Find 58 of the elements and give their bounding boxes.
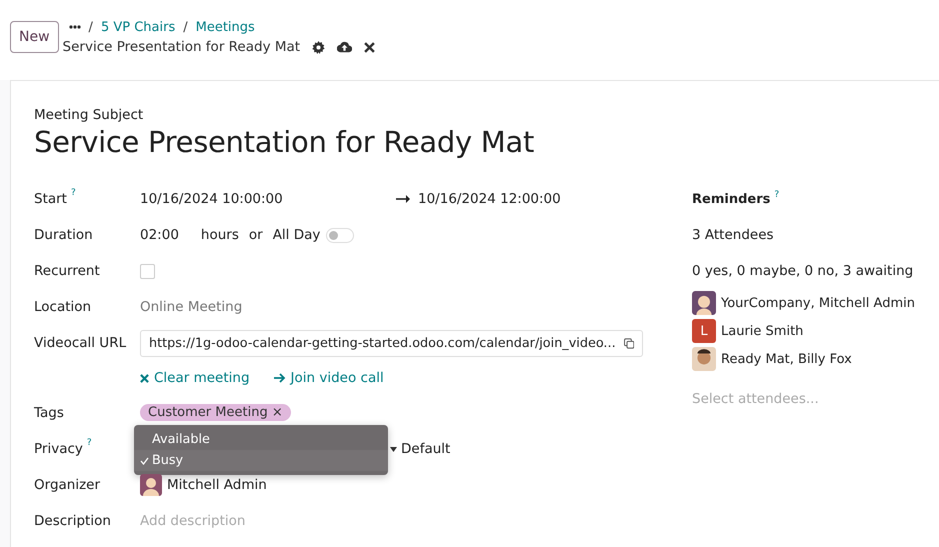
field-label: Duration xyxy=(34,227,94,243)
field-label: Reminders xyxy=(692,192,770,206)
field-label: Description xyxy=(34,513,112,529)
location-field[interactable]: Online Meeting xyxy=(140,299,242,315)
gear-icon[interactable] xyxy=(312,40,326,54)
close-icon[interactable] xyxy=(364,42,376,52)
remove-button[interactable]: × xyxy=(272,404,283,420)
field-label: Videocall URL xyxy=(34,335,128,351)
avatar-icon xyxy=(692,291,716,315)
record-title: Service Presentation for Ready Mat xyxy=(62,39,300,55)
field-label: Recurrent xyxy=(34,263,101,279)
organizer-name[interactable]: Mitchell Admin xyxy=(167,477,267,493)
privacy-select[interactable]: Default xyxy=(390,441,450,457)
attendee-count: 3 Attendees xyxy=(692,226,774,245)
end-date[interactable]: 10/16/2024 12:00:00 xyxy=(418,191,561,207)
videocall-url-field[interactable]: https://1g-odoo-calendar-getting-started.odoo.com/calendar/join_video... xyxy=(140,330,643,356)
attendee-name[interactable]: Laurie Smith xyxy=(721,324,804,338)
attendee-name[interactable]: Ready Mat, Billy Fox xyxy=(721,352,852,366)
breadcrumb-separator: / xyxy=(183,20,188,34)
field-label: Privacy xyxy=(34,441,83,457)
caret-icon xyxy=(390,446,397,452)
more-icon[interactable] xyxy=(68,25,81,29)
close-icon xyxy=(140,374,149,382)
all-day-label: All Day xyxy=(272,227,320,243)
dropdown-option[interactable]: Available xyxy=(134,429,388,450)
breadcrumb-separator: / xyxy=(88,20,93,34)
meeting-subject[interactable]: Service Presentation for Ready Mat xyxy=(34,125,534,159)
new-button[interactable]: New xyxy=(10,21,59,53)
help-icon[interactable]: ? xyxy=(86,438,92,448)
clear-meeting-link[interactable]: Clear meeting xyxy=(140,370,250,386)
cloud-upload-icon[interactable] xyxy=(337,41,352,53)
avatar-initial: L xyxy=(692,319,716,343)
help-icon[interactable]: ? xyxy=(774,190,780,200)
recurrent-checkbox[interactable] xyxy=(140,264,155,278)
all-day-toggle[interactable] xyxy=(326,228,354,242)
arrow-icon xyxy=(274,373,286,383)
attendee-summary: 0 yes, 0 maybe, 0 no, 3 awaiting xyxy=(692,262,914,281)
dropdown-option[interactable]: Busy xyxy=(134,450,388,471)
duration-unit: hours xyxy=(200,227,239,243)
field-label: Meeting Subject xyxy=(34,107,144,123)
tag-chip[interactable]: Customer Meeting × xyxy=(140,404,291,420)
attendee-name[interactable]: YourCompany, Mitchell Admin xyxy=(721,296,915,310)
tag-label: Customer Meeting xyxy=(148,404,268,420)
join-video-call-link[interactable]: Join video call xyxy=(274,370,384,386)
help-icon[interactable]: ? xyxy=(70,188,76,198)
breadcrumb-link[interactable]: Meetings xyxy=(196,20,255,34)
arrow-icon xyxy=(396,195,410,203)
or-text: or xyxy=(248,227,263,243)
avatar-icon xyxy=(140,474,162,496)
field-label: Tags xyxy=(34,405,65,421)
check-icon xyxy=(140,456,149,464)
copy-icon[interactable] xyxy=(624,336,634,350)
breadcrumb-link[interactable]: 5 VP Chairs xyxy=(100,20,176,34)
field-label: Start xyxy=(34,191,67,207)
duration-field[interactable]: 02:00 xyxy=(140,227,179,243)
field-label: Organizer xyxy=(34,477,102,493)
field-label: Location xyxy=(34,299,92,315)
start-date[interactable]: 10/16/2024 10:00:00 xyxy=(140,191,396,207)
